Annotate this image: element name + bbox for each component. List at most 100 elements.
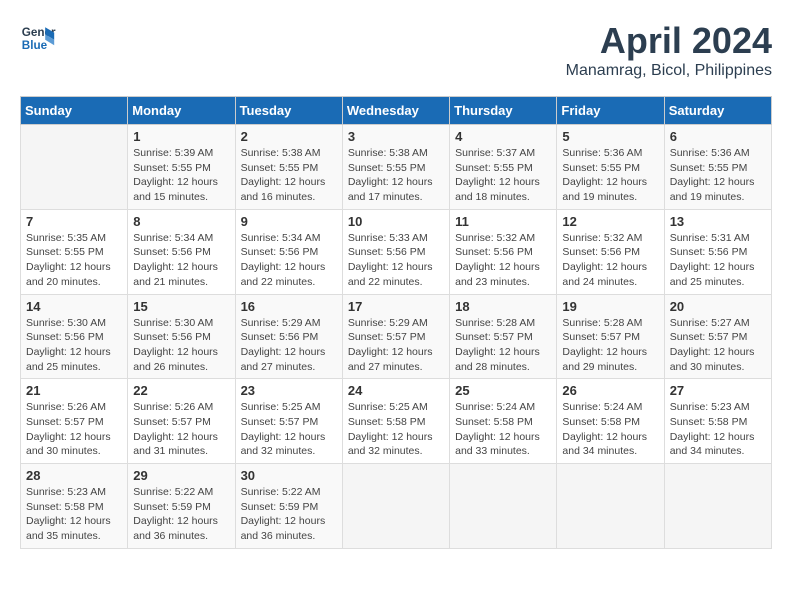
calendar-cell: 28Sunrise: 5:23 AMSunset: 5:58 PMDayligh…	[21, 464, 128, 549]
calendar-header-monday: Monday	[128, 97, 235, 125]
calendar-cell	[342, 464, 449, 549]
calendar-cell: 26 Sunrise: 5:24 AMSunset: 5:58 PMDayligh…	[557, 379, 664, 464]
day-detail: Sunrise: 5:31 AMSunset: 5:56 PMDaylight:…	[670, 231, 766, 290]
day-detail: Sunrise: 5:24 AMSunset: 5:58 PMDaylight:…	[562, 400, 658, 459]
calendar-cell: 12 Sunrise: 5:32 AMSunset: 5:56 PMDayligh…	[557, 209, 664, 294]
day-number: 4	[455, 129, 551, 144]
calendar-cell: 5 Sunrise: 5:36 AMSunset: 5:55 PMDaylight…	[557, 125, 664, 210]
day-detail: Sunrise: 5:36 AMSunset: 5:55 PMDaylight:…	[562, 146, 658, 205]
day-number: 19	[562, 299, 658, 314]
day-detail: Sunrise: 5:36 AMSunset: 5:55 PMDaylight:…	[670, 146, 766, 205]
day-detail: Sunrise: 5:34 AMSunset: 5:56 PMDaylight:…	[241, 231, 337, 290]
calendar-header-tuesday: Tuesday	[235, 97, 342, 125]
logo-icon: General Blue	[20, 20, 56, 56]
day-detail: Sunrise: 5:22 AMSunset: 5:59 PMDaylight:…	[133, 485, 229, 544]
day-number: 27	[670, 383, 766, 398]
svg-text:Blue: Blue	[22, 39, 48, 52]
calendar-cell: 8 Sunrise: 5:34 AMSunset: 5:56 PMDaylight…	[128, 209, 235, 294]
page-header: General Blue April 2024 Manamrag, Bicol,…	[20, 20, 772, 80]
day-number: 17	[348, 299, 444, 314]
title-area: April 2024 Manamrag, Bicol, Philippines	[566, 20, 772, 80]
calendar-week-5: 28Sunrise: 5:23 AMSunset: 5:58 PMDayligh…	[21, 464, 772, 549]
day-number: 18	[455, 299, 551, 314]
day-detail: Sunrise: 5:30 AMSunset: 5:56 PMDaylight:…	[26, 316, 122, 375]
day-detail: Sunrise: 5:34 AMSunset: 5:56 PMDaylight:…	[133, 231, 229, 290]
day-number: 3	[348, 129, 444, 144]
day-number: 10	[348, 214, 444, 229]
calendar-body: 1 Sunrise: 5:39 AMSunset: 5:55 PMDaylight…	[21, 125, 772, 549]
calendar-header-wednesday: Wednesday	[342, 97, 449, 125]
day-number: 11	[455, 214, 551, 229]
calendar-week-1: 1 Sunrise: 5:39 AMSunset: 5:55 PMDaylight…	[21, 125, 772, 210]
day-detail: Sunrise: 5:23 AMSunset: 5:58 PMDaylight:…	[670, 400, 766, 459]
day-detail: Sunrise: 5:32 AMSunset: 5:56 PMDaylight:…	[562, 231, 658, 290]
day-number: 15	[133, 299, 229, 314]
day-number: 12	[562, 214, 658, 229]
day-detail: Sunrise: 5:28 AMSunset: 5:57 PMDaylight:…	[562, 316, 658, 375]
day-detail: Sunrise: 5:24 AMSunset: 5:58 PMDaylight:…	[455, 400, 551, 459]
calendar-title: April 2024	[566, 20, 772, 62]
day-detail: Sunrise: 5:26 AMSunset: 5:57 PMDaylight:…	[26, 400, 122, 459]
calendar-cell: 11 Sunrise: 5:32 AMSunset: 5:56 PMDayligh…	[450, 209, 557, 294]
day-detail: Sunrise: 5:23 AMSunset: 5:58 PMDaylight:…	[26, 485, 122, 544]
day-detail: Sunrise: 5:25 AMSunset: 5:58 PMDaylight:…	[348, 400, 444, 459]
calendar-cell: 19 Sunrise: 5:28 AMSunset: 5:57 PMDayligh…	[557, 294, 664, 379]
calendar-cell: 4 Sunrise: 5:37 AMSunset: 5:55 PMDaylight…	[450, 125, 557, 210]
calendar-cell: 13 Sunrise: 5:31 AMSunset: 5:56 PMDayligh…	[664, 209, 771, 294]
day-number: 6	[670, 129, 766, 144]
calendar-cell: 3 Sunrise: 5:38 AMSunset: 5:55 PMDaylight…	[342, 125, 449, 210]
calendar-cell: 29 Sunrise: 5:22 AMSunset: 5:59 PMDayligh…	[128, 464, 235, 549]
calendar-week-4: 21 Sunrise: 5:26 AMSunset: 5:57 PMDayligh…	[21, 379, 772, 464]
day-detail: Sunrise: 5:26 AMSunset: 5:57 PMDaylight:…	[133, 400, 229, 459]
day-number: 22	[133, 383, 229, 398]
day-detail: Sunrise: 5:29 AMSunset: 5:57 PMDaylight:…	[348, 316, 444, 375]
calendar-cell: 15 Sunrise: 5:30 AMSunset: 5:56 PMDayligh…	[128, 294, 235, 379]
calendar-cell: 9Sunrise: 5:34 AMSunset: 5:56 PMDaylight…	[235, 209, 342, 294]
calendar-header-saturday: Saturday	[664, 97, 771, 125]
calendar-cell	[664, 464, 771, 549]
calendar-cell: 1 Sunrise: 5:39 AMSunset: 5:55 PMDaylight…	[128, 125, 235, 210]
day-detail: Sunrise: 5:37 AMSunset: 5:55 PMDaylight:…	[455, 146, 551, 205]
day-detail: Sunrise: 5:33 AMSunset: 5:56 PMDaylight:…	[348, 231, 444, 290]
day-number: 25	[455, 383, 551, 398]
day-number: 29	[133, 468, 229, 483]
calendar-table: SundayMondayTuesdayWednesdayThursdayFrid…	[20, 96, 772, 549]
calendar-cell: 23Sunrise: 5:25 AMSunset: 5:57 PMDayligh…	[235, 379, 342, 464]
day-number: 5	[562, 129, 658, 144]
day-number: 26	[562, 383, 658, 398]
day-number: 2	[241, 129, 337, 144]
calendar-cell	[21, 125, 128, 210]
day-number: 23	[241, 383, 337, 398]
day-detail: Sunrise: 5:38 AMSunset: 5:55 PMDaylight:…	[348, 146, 444, 205]
day-detail: Sunrise: 5:32 AMSunset: 5:56 PMDaylight:…	[455, 231, 551, 290]
day-detail: Sunrise: 5:22 AMSunset: 5:59 PMDaylight:…	[241, 485, 337, 544]
calendar-cell: 24 Sunrise: 5:25 AMSunset: 5:58 PMDayligh…	[342, 379, 449, 464]
day-number: 13	[670, 214, 766, 229]
calendar-cell: 17 Sunrise: 5:29 AMSunset: 5:57 PMDayligh…	[342, 294, 449, 379]
calendar-subtitle: Manamrag, Bicol, Philippines	[566, 62, 772, 80]
calendar-cell: 25 Sunrise: 5:24 AMSunset: 5:58 PMDayligh…	[450, 379, 557, 464]
day-number: 14	[26, 299, 122, 314]
calendar-week-2: 7Sunrise: 5:35 AMSunset: 5:55 PMDaylight…	[21, 209, 772, 294]
calendar-cell: 7Sunrise: 5:35 AMSunset: 5:55 PMDaylight…	[21, 209, 128, 294]
day-detail: Sunrise: 5:30 AMSunset: 5:56 PMDaylight:…	[133, 316, 229, 375]
day-number: 16	[241, 299, 337, 314]
calendar-cell: 18Sunrise: 5:28 AMSunset: 5:57 PMDayligh…	[450, 294, 557, 379]
day-number: 20	[670, 299, 766, 314]
day-detail: Sunrise: 5:39 AMSunset: 5:55 PMDaylight:…	[133, 146, 229, 205]
calendar-cell: 21 Sunrise: 5:26 AMSunset: 5:57 PMDayligh…	[21, 379, 128, 464]
day-number: 30	[241, 468, 337, 483]
calendar-cell: 30 Sunrise: 5:22 AMSunset: 5:59 PMDayligh…	[235, 464, 342, 549]
calendar-cell: 2Sunrise: 5:38 AMSunset: 5:55 PMDaylight…	[235, 125, 342, 210]
day-number: 21	[26, 383, 122, 398]
calendar-cell: 10 Sunrise: 5:33 AMSunset: 5:56 PMDayligh…	[342, 209, 449, 294]
day-number: 8	[133, 214, 229, 229]
calendar-header-friday: Friday	[557, 97, 664, 125]
day-number: 24	[348, 383, 444, 398]
calendar-cell: 22 Sunrise: 5:26 AMSunset: 5:57 PMDayligh…	[128, 379, 235, 464]
day-detail: Sunrise: 5:27 AMSunset: 5:57 PMDaylight:…	[670, 316, 766, 375]
day-number: 1	[133, 129, 229, 144]
logo: General Blue	[20, 20, 56, 56]
calendar-header-row: SundayMondayTuesdayWednesdayThursdayFrid…	[21, 97, 772, 125]
calendar-cell: 20 Sunrise: 5:27 AMSunset: 5:57 PMDayligh…	[664, 294, 771, 379]
